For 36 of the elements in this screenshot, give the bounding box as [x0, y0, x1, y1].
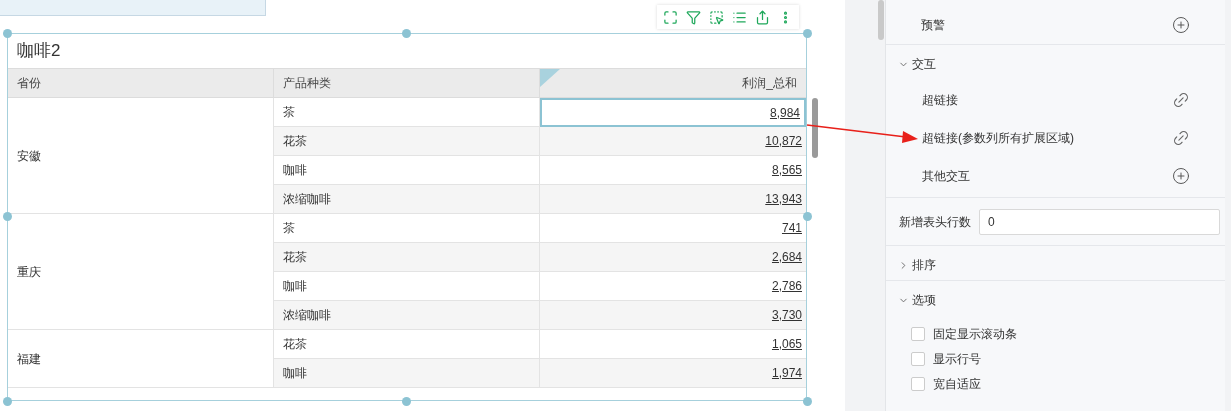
resize-handle[interactable] [803, 29, 812, 38]
column-header[interactable]: 省份 [8, 69, 274, 97]
option-checkbox[interactable]: 固定显示滚动条 [886, 321, 1225, 346]
resize-handle[interactable] [803, 212, 812, 221]
option-label: 超链接 [922, 92, 958, 109]
option-label: 预警 [921, 17, 945, 34]
table-cell[interactable]: 1,974 [540, 359, 806, 388]
table-cell: 咖啡 [274, 359, 540, 388]
option-checkbox[interactable]: 宽自适应 [886, 371, 1225, 396]
list-icon[interactable] [732, 9, 747, 25]
filter-icon[interactable] [686, 9, 701, 25]
section-header[interactable]: 排序 [886, 252, 936, 278]
option-checkbox[interactable]: 显示行号 [886, 346, 1225, 371]
section-header[interactable]: 选项 [886, 287, 936, 313]
fullscreen-icon[interactable] [663, 9, 678, 25]
resize-handle[interactable] [3, 29, 12, 38]
column-header[interactable]: 利润_总和 [540, 69, 806, 97]
section-header[interactable]: 交互 [886, 51, 936, 77]
resize-handle[interactable] [402, 397, 411, 406]
resize-handle[interactable] [3, 212, 12, 221]
resize-handle[interactable] [3, 397, 12, 406]
add-icon[interactable] [1172, 167, 1190, 185]
field-label: 新增表头行数 [899, 213, 971, 231]
resize-handle[interactable] [402, 29, 411, 38]
panel-scrollbar[interactable] [878, 0, 884, 40]
export-icon[interactable] [755, 9, 770, 25]
widget-title: 咖啡2 [16, 40, 62, 63]
table-scrollbar[interactable] [812, 98, 818, 158]
table-cell[interactable]: 8,984 [540, 98, 806, 127]
add-icon[interactable] [1172, 16, 1190, 34]
corner-marker-icon [540, 69, 560, 87]
option-label: 其他交互 [922, 168, 970, 185]
select-icon[interactable] [709, 9, 724, 25]
resize-handle[interactable] [803, 397, 812, 406]
option-label: 超链接(参数列所有扩展区域) [922, 130, 1074, 147]
header-rows-input[interactable]: 0 [979, 208, 1220, 235]
